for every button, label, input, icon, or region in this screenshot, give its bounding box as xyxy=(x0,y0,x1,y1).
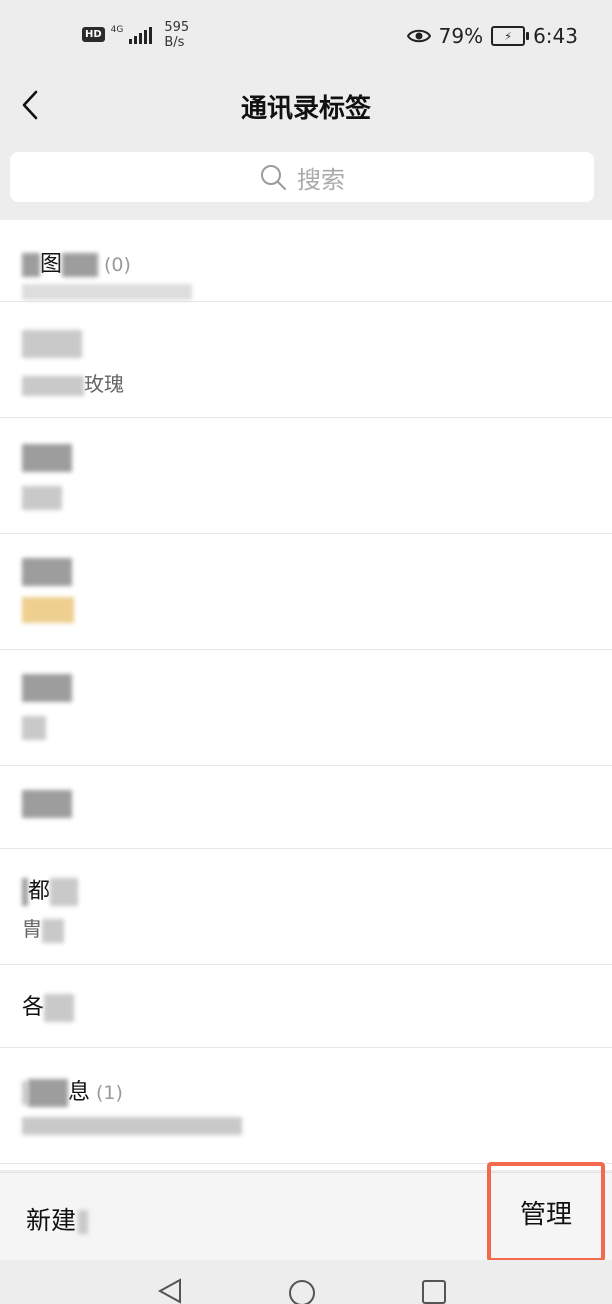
list-item[interactable]: 玫瑰 xyxy=(0,302,612,418)
tag-name: 图 (0) xyxy=(22,246,131,278)
list-item[interactable] xyxy=(0,650,612,766)
tag-name: 各 xyxy=(22,989,75,1022)
tag-members xyxy=(22,596,74,623)
battery-icon: ⚡ xyxy=(491,26,530,46)
clock: 6:43 xyxy=(533,24,578,48)
list-item[interactable]: 各 xyxy=(0,965,612,1048)
tag-members: 胄 xyxy=(22,913,64,943)
tag-list: 图 (0) 玫瑰 都 胄 各 息 (1) xyxy=(0,220,612,1170)
speed-unit: B/s xyxy=(164,35,185,50)
system-nav-bar xyxy=(0,1260,612,1304)
tag-name xyxy=(22,444,72,472)
new-tag-button[interactable]: 新建 xyxy=(26,1201,89,1237)
tag-members xyxy=(22,1112,242,1136)
bottom-action-bar: 新建 管理 xyxy=(0,1162,612,1262)
tag-members xyxy=(22,484,62,510)
network-speed: 595 B/s xyxy=(164,20,189,50)
nav-recents-icon[interactable] xyxy=(420,1278,448,1304)
status-right: 79% ⚡ 6:43 xyxy=(406,24,578,48)
tag-name xyxy=(22,790,72,818)
eye-icon xyxy=(406,29,431,43)
nav-home-icon[interactable] xyxy=(287,1278,317,1304)
tag-name xyxy=(22,674,72,702)
search-icon xyxy=(261,165,286,190)
tag-members xyxy=(22,714,46,740)
list-item[interactable]: 都 胄 xyxy=(0,849,612,965)
tag-name xyxy=(22,558,72,586)
page-title: 通讯录标签 xyxy=(240,94,371,124)
nav-bar: 通讯录标签 xyxy=(0,70,612,140)
list-item[interactable] xyxy=(0,534,612,650)
signal-icon xyxy=(129,24,153,44)
network-type: 4G xyxy=(110,25,124,35)
list-item[interactable] xyxy=(0,418,612,534)
list-item[interactable]: 息 (1) xyxy=(0,1048,612,1164)
manage-button[interactable]: 管理 xyxy=(487,1162,605,1262)
battery-percent: 79% xyxy=(438,24,484,48)
tag-count: (1) xyxy=(96,1082,123,1104)
hd-badge: HD xyxy=(82,27,105,42)
network-indicator: 4G xyxy=(111,25,124,35)
tag-count: (0) xyxy=(104,254,131,276)
tag-name: 都 xyxy=(22,873,79,906)
tag-name: 息 (1) xyxy=(22,1074,123,1107)
search-placeholder: 搜索 xyxy=(297,165,345,194)
tag-members xyxy=(22,278,192,302)
tag-members: 玫瑰 xyxy=(22,368,124,397)
nav-back-icon[interactable] xyxy=(156,1278,184,1304)
search-bar[interactable]: 搜索 xyxy=(10,152,594,202)
list-item[interactable]: 图 (0) xyxy=(0,220,612,302)
speed-value: 595 xyxy=(164,20,190,35)
list-item[interactable] xyxy=(0,766,612,849)
status-bar: HD 4G 595 B/s 79% ⚡ 6:43 xyxy=(0,0,612,70)
status-left: HD 4G 595 B/s xyxy=(82,20,189,50)
tag-name xyxy=(22,330,82,358)
